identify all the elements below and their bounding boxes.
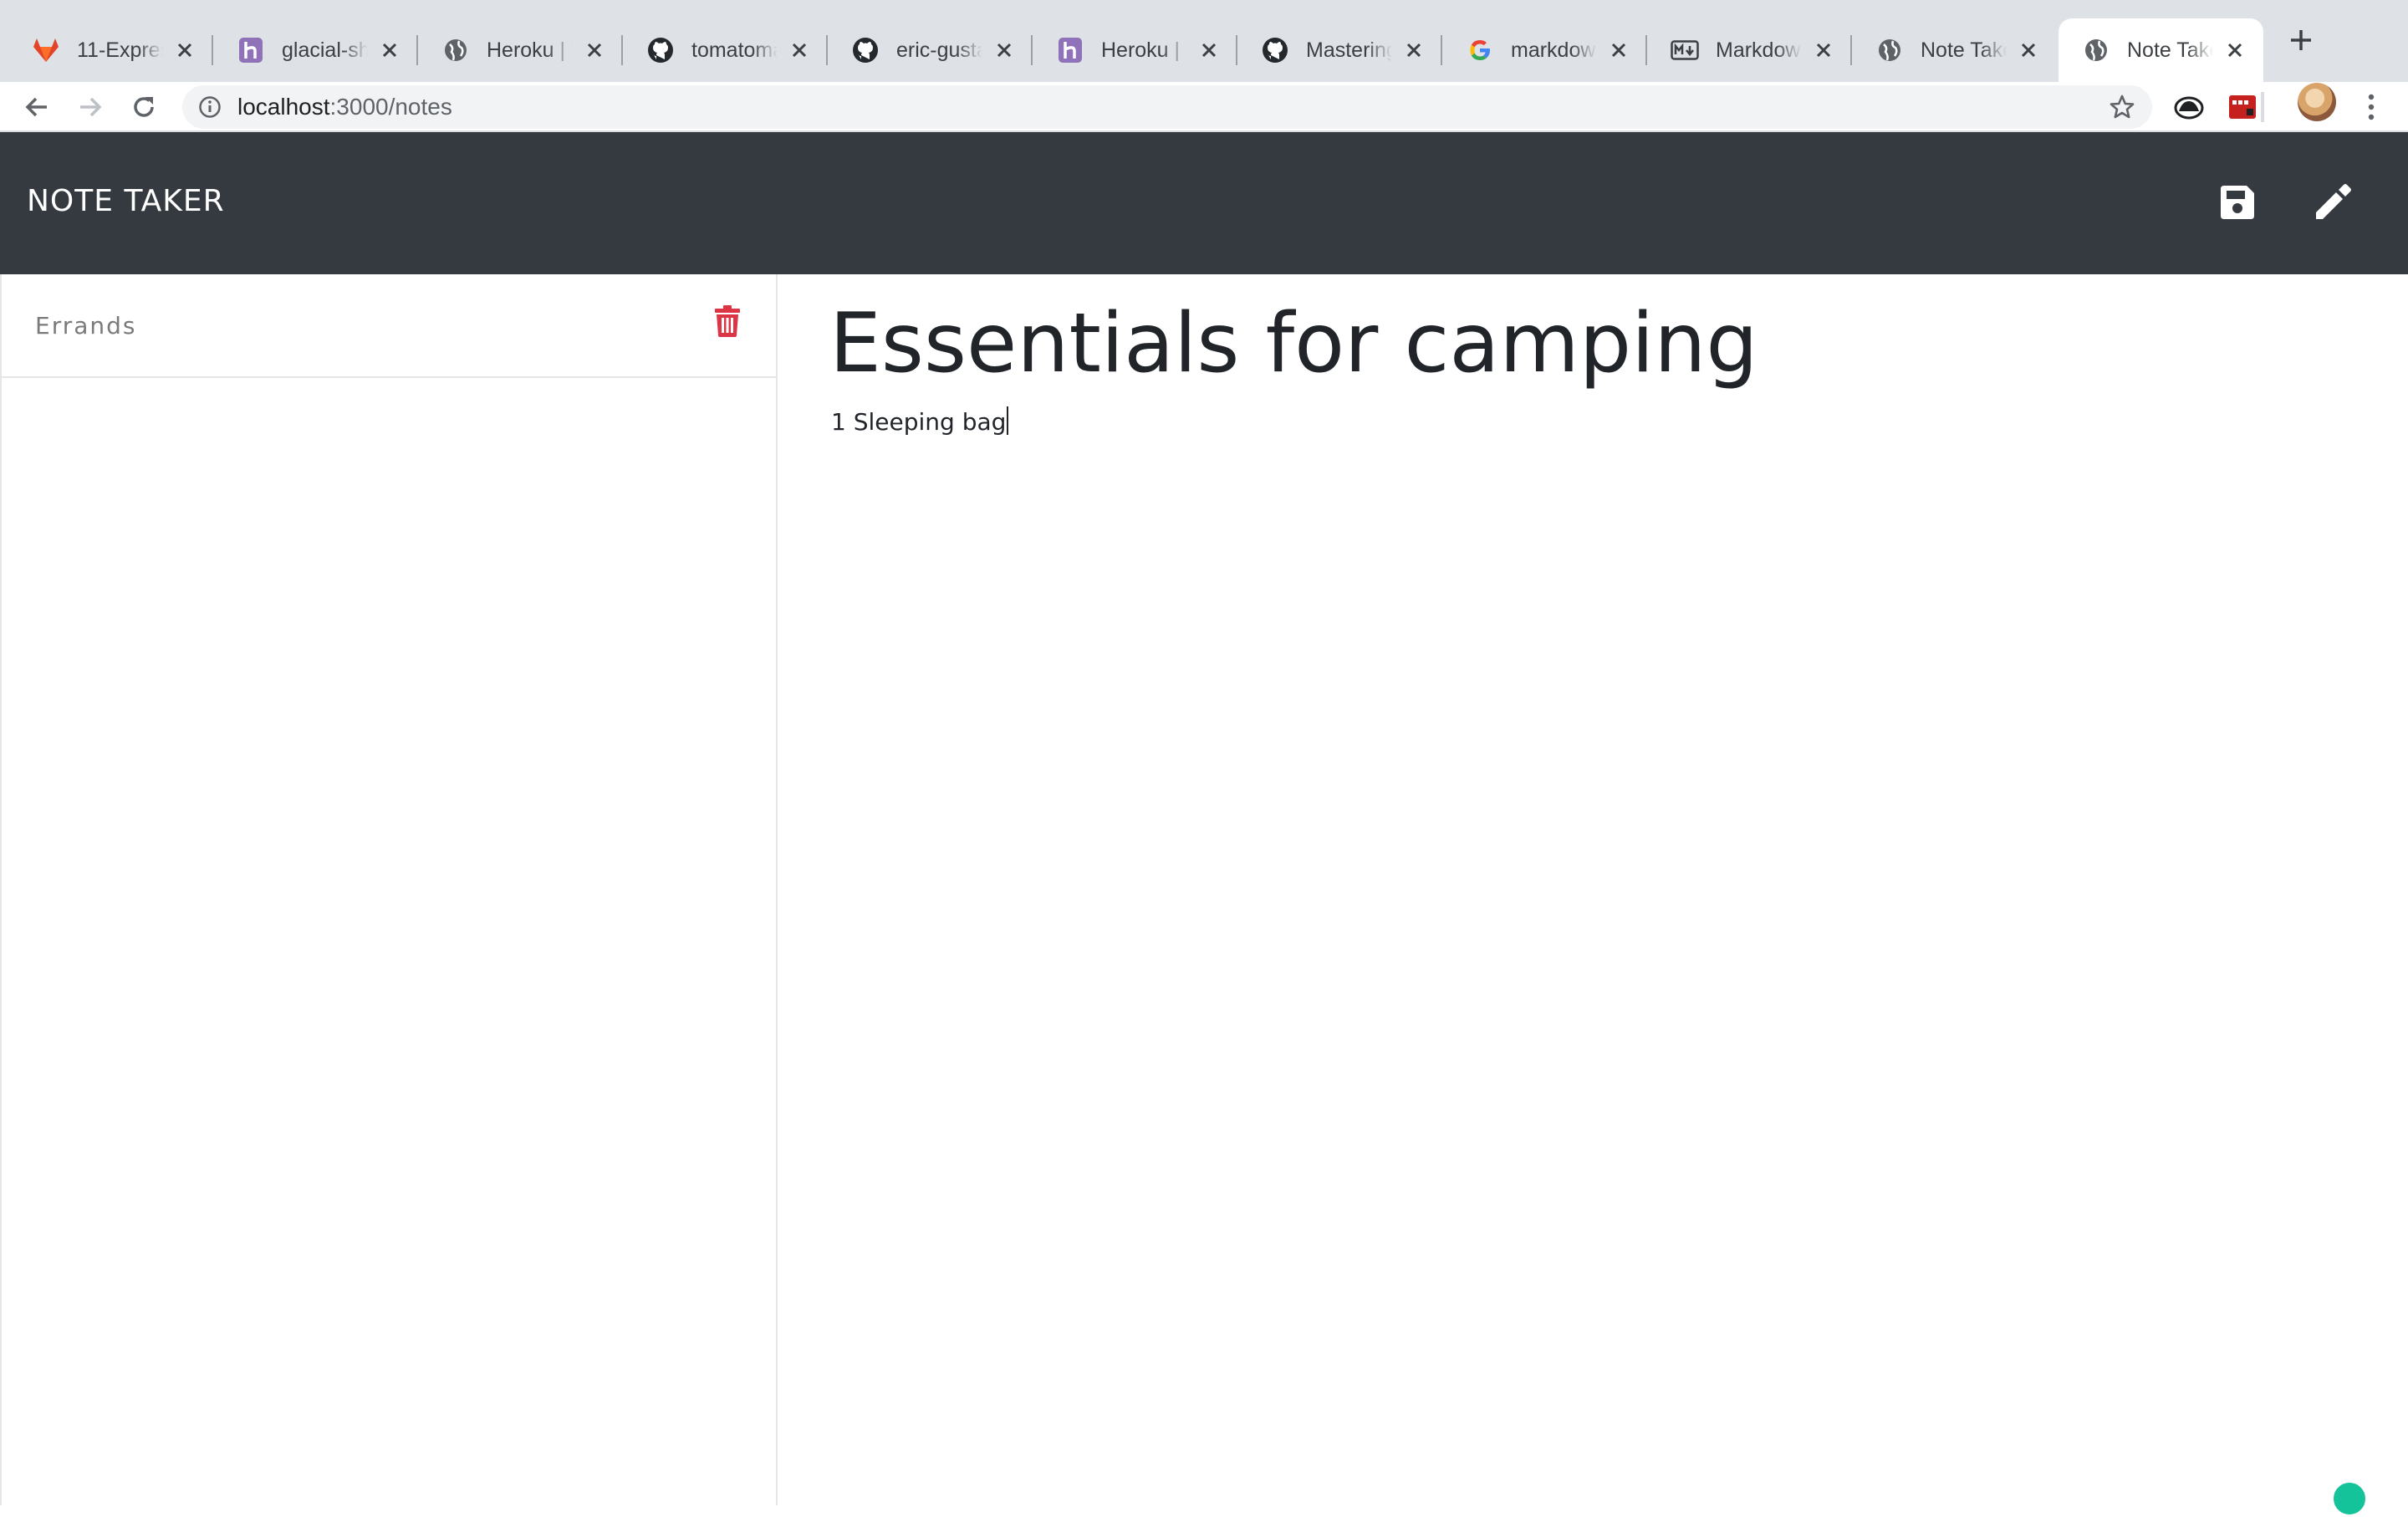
- github-icon: [851, 36, 880, 64]
- plus-icon: [2291, 30, 2311, 50]
- browser-tab-7[interactable]: Mastering: [1237, 18, 1442, 82]
- markdown-icon: [1671, 36, 1699, 64]
- pencil-icon: [2316, 184, 2351, 219]
- globe-icon: [1875, 36, 1904, 64]
- tab-title: Heroku | L: [1101, 38, 1187, 62]
- trash-icon: [715, 305, 740, 337]
- close-icon[interactable]: [1812, 38, 1835, 62]
- tab-title: markdown: [1511, 38, 1597, 62]
- app-brand[interactable]: NOTE TAKER: [27, 184, 225, 218]
- tab-title: Note Take: [2127, 38, 2213, 62]
- close-icon[interactable]: [1402, 38, 1426, 62]
- close-icon[interactable]: [788, 38, 811, 62]
- globe-icon: [2082, 36, 2110, 64]
- note-title-input[interactable]: Essentials for camping: [829, 293, 2334, 396]
- heroku-icon: [237, 36, 265, 64]
- save-icon: [2221, 186, 2254, 219]
- browser-tab-active[interactable]: Note Take: [2059, 18, 2263, 82]
- browser-tab-10[interactable]: Note Take: [1852, 18, 2057, 82]
- tab-title: Note Take: [1921, 38, 2007, 62]
- reload-button[interactable]: [125, 89, 162, 125]
- close-icon[interactable]: [378, 38, 401, 62]
- note-text-area[interactable]: 1 Sleeping bag: [831, 406, 1009, 436]
- browser-tab-8[interactable]: markdown: [1442, 18, 1647, 82]
- url-host: localhost: [237, 94, 330, 120]
- arrow-left-icon: [25, 97, 47, 117]
- browser-tab-strip: 11-Express glacial-sh Heroku | W tomatom…: [0, 0, 2408, 82]
- url-path: :3000/notes: [329, 94, 452, 120]
- globe-icon: [441, 36, 470, 64]
- browser-tab-4[interactable]: tomatoma: [623, 18, 828, 82]
- url-text[interactable]: localhost:3000/notes: [237, 94, 452, 120]
- info-icon[interactable]: [197, 94, 222, 120]
- close-icon[interactable]: [1607, 38, 1630, 62]
- tab-title: Mastering: [1306, 38, 1392, 62]
- browser-tab-3[interactable]: Heroku | W: [418, 18, 623, 82]
- browser-tab-2[interactable]: glacial-sh: [213, 18, 418, 82]
- tab-title: Heroku | W: [487, 38, 573, 62]
- github-icon: [1261, 36, 1289, 64]
- tab-title: glacial-sh: [282, 38, 368, 62]
- note-list: Errands: [0, 274, 778, 1505]
- note-list-title: Errands: [35, 311, 137, 340]
- gitlab-icon: [32, 36, 60, 64]
- back-button[interactable]: [18, 89, 55, 125]
- new-note-button[interactable]: [2306, 176, 2360, 229]
- close-icon[interactable]: [992, 38, 1016, 62]
- close-icon[interactable]: [1197, 38, 1221, 62]
- close-icon[interactable]: [583, 38, 606, 62]
- address-bar[interactable]: localhost:3000/notes: [182, 85, 2152, 129]
- list-item[interactable]: Errands: [2, 274, 776, 378]
- app-navbar: NOTE TAKER: [0, 132, 2408, 274]
- tab-title: Markdown: [1716, 38, 1802, 62]
- new-tab-button[interactable]: [2283, 22, 2319, 59]
- note-editor: Essentials for camping 1 Sleeping bag: [778, 274, 2408, 1505]
- close-icon[interactable]: [173, 38, 196, 62]
- google-icon: [1466, 36, 1494, 64]
- browser-tab-6[interactable]: Heroku | L: [1033, 18, 1237, 82]
- toolbar-divider: [2261, 92, 2264, 122]
- browser-tab-9[interactable]: Markdown: [1647, 18, 1852, 82]
- tab-title: 11-Express: [77, 38, 163, 62]
- red-extension-icon[interactable]: [2226, 90, 2259, 124]
- arrow-right-icon: [80, 97, 102, 117]
- tab-title: eric-gusta: [896, 38, 982, 62]
- menu-kebab-icon[interactable]: [2354, 90, 2388, 124]
- close-icon[interactable]: [2223, 38, 2247, 62]
- reload-icon: [134, 97, 154, 117]
- tab-title: tomatoma: [691, 38, 778, 62]
- note-body-text: 1 Sleeping bag: [831, 408, 1007, 436]
- forward-button[interactable]: [72, 89, 109, 125]
- bookmark-star-icon[interactable]: [2107, 92, 2137, 122]
- delete-note-button[interactable]: [711, 303, 744, 340]
- cloud-extension-icon[interactable]: [2172, 90, 2206, 124]
- github-icon: [646, 36, 675, 64]
- heroku-icon: [1056, 36, 1084, 64]
- grammarly-icon[interactable]: [2331, 1480, 2368, 1517]
- text-caret: [1007, 406, 1009, 435]
- browser-tab-1[interactable]: 11-Express: [8, 18, 213, 82]
- save-note-button[interactable]: [2211, 176, 2264, 229]
- browser-toolbar: localhost:3000/notes: [0, 82, 2408, 132]
- profile-avatar[interactable]: [2298, 83, 2336, 121]
- close-icon[interactable]: [2017, 38, 2040, 62]
- browser-tab-5[interactable]: eric-gusta: [828, 18, 1033, 82]
